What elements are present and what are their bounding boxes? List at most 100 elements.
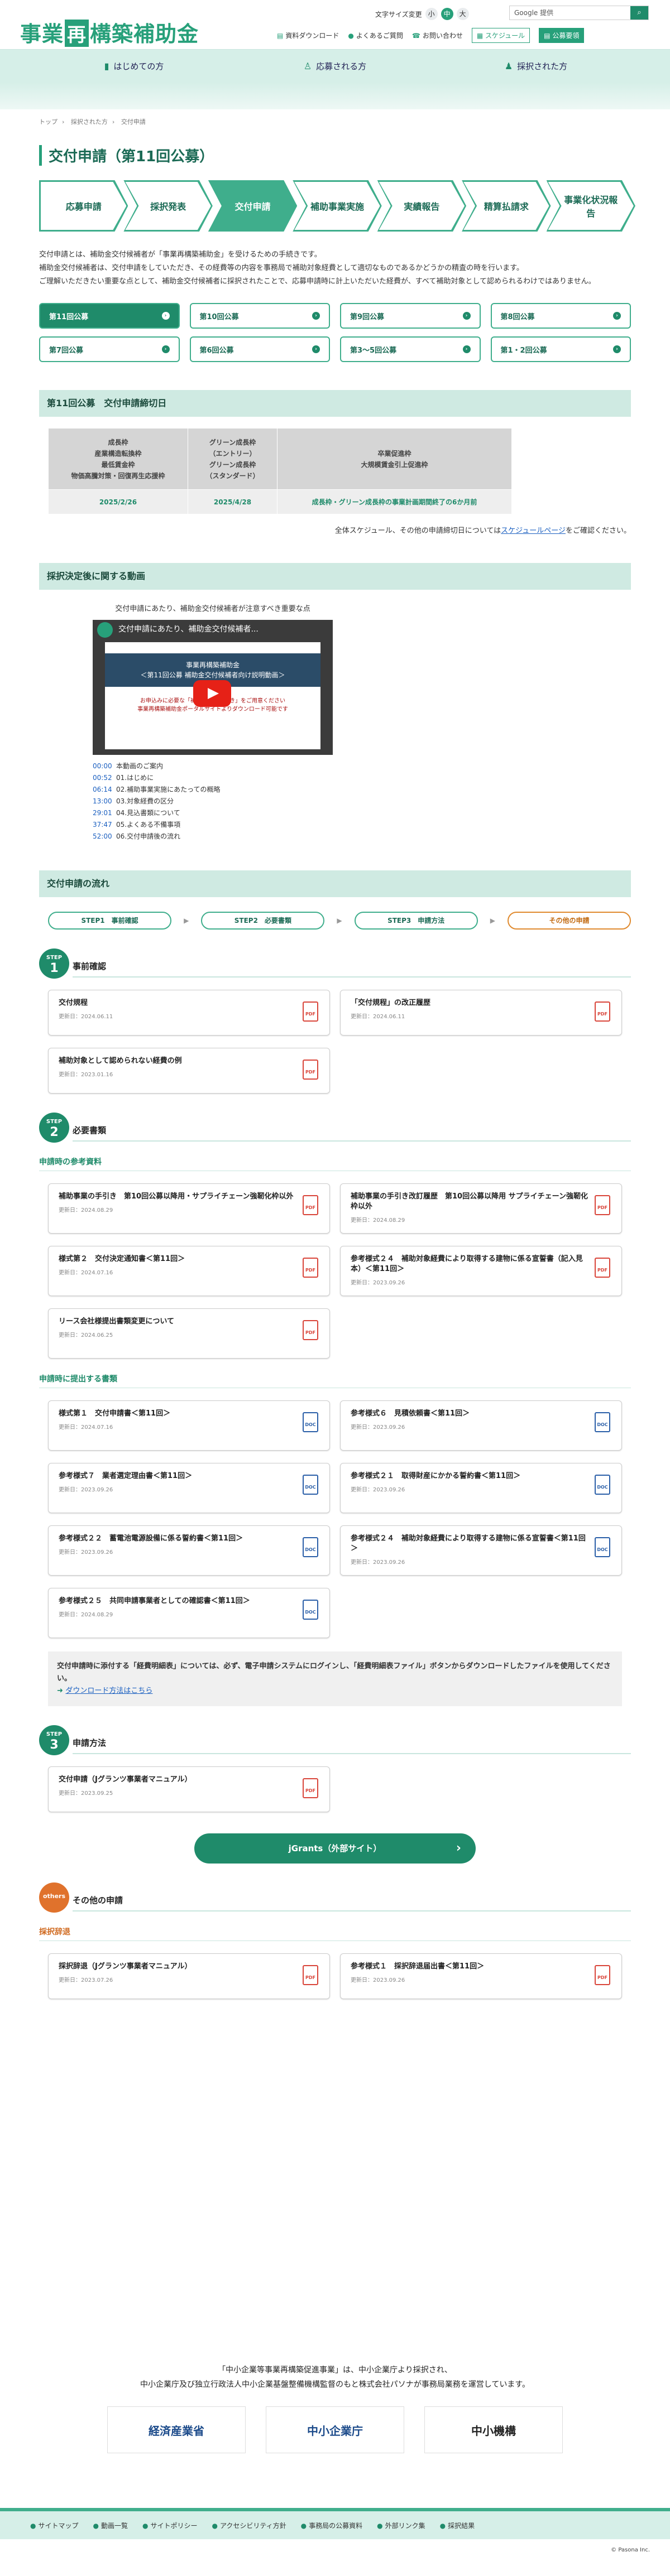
step-payment[interactable]: 精算払請求 [462, 180, 551, 232]
sme-agency-logo[interactable]: 中小企業庁 [266, 2406, 404, 2453]
flow-tab-step2[interactable]: STEP2 必要書類 [201, 912, 325, 930]
nav-item-adopted[interactable]: ♟ 採択された方 [436, 50, 636, 83]
round-tab-1-2[interactable]: 第1・2回公募 › [490, 336, 631, 362]
flow-tab-others[interactable]: その他の申請 [507, 912, 631, 930]
file-card-date: 更新日：2024.07.16 [59, 1424, 113, 1431]
step1-cards: 交付規程 更新日：2024.06.11 PDF 「交付規程」の改正履歴 更新日：202… [39, 990, 631, 1094]
flow-tab-step3[interactable]: STEP3 申請方法 [354, 912, 478, 930]
faq-link[interactable]: ● よくあるご質問 [348, 31, 403, 40]
round-tab-6[interactable]: 第6回公募 › [189, 336, 330, 362]
contact-link[interactable]: ☎ お問い合わせ [412, 31, 463, 40]
step-label: 応募申請 [41, 182, 126, 230]
file-card[interactable]: 参考様式７ 業者選定理由書＜第11回＞ 更新日：2023.09.26 DOC [48, 1463, 330, 1513]
others-badge-label: others [42, 1893, 66, 1900]
round-tab-9[interactable]: 第9回公募 › [340, 303, 481, 329]
file-card[interactable]: 参考様式６ 見積依頼書＜第11回＞ 更新日：2023.09.26 DOC [340, 1400, 622, 1451]
file-card-title: 補助事業の手引き改訂履歴 第10回公募以降用 サプライチェーン強靭化枠以外 [351, 1192, 588, 1211]
step-grant-application[interactable]: 交付申請 [208, 180, 297, 232]
deadline-col-head: グリーン成長枠 （エントリー） グリーン成長枠 （スタンダード） [188, 428, 277, 490]
deadline-value: 2025/2/26 [48, 489, 188, 514]
pdf-icon: PDF [303, 1320, 318, 1340]
file-card[interactable]: 参考様式２２ 蓄電池電源設備に係る誓約書＜第11回＞ 更新日：2023.09.26… [48, 1525, 330, 1576]
guidelines-button[interactable]: ▤ 公募要領 [539, 28, 585, 43]
arrow-right-icon: ▶ [184, 917, 189, 925]
footer-link-accessibility[interactable]: アクセシビリティ方針 [212, 2521, 286, 2530]
footer-link-videos[interactable]: 動画一覧 [93, 2521, 128, 2530]
breadcrumb-item[interactable]: トップ [39, 118, 58, 126]
step-status-report[interactable]: 事業化状況報告 [547, 180, 635, 232]
round-tab-7[interactable]: 第7回公募 › [39, 336, 180, 362]
file-card[interactable]: 参考様式２５ 共同申請事業者としての確認書＜第11回＞ 更新日：2024.08.2… [48, 1588, 330, 1638]
chapter-timestamp[interactable]: 00:00 [93, 760, 116, 772]
file-card[interactable]: 参考様式２４ 補助対象経費により取得する建物に係る宣誓書＜第11回＞ 更新日：20… [340, 1525, 622, 1576]
footer-link-sitemap[interactable]: サイトマップ [30, 2521, 78, 2530]
file-card-date: 更新日：2024.06.11 [351, 1014, 405, 1020]
jgrants-button[interactable]: jGrants（外部サイト） [194, 1833, 476, 1864]
step-project[interactable]: 補助事業実施 [293, 180, 381, 232]
file-card-date: 更新日：2024.07.16 [59, 1270, 113, 1276]
font-size-small-button[interactable]: 小 [425, 8, 438, 20]
round-tab-11[interactable]: 第11回公募 › [39, 303, 180, 329]
step3-badge: STEP 3 [39, 1725, 69, 1755]
file-card[interactable]: 交付規程 更新日：2024.06.11 PDF [48, 990, 330, 1036]
download-link[interactable]: ▤ 資料ダウンロード [277, 31, 339, 40]
footer-link-results[interactable]: 採択結果 [440, 2521, 475, 2530]
chapter-timestamp[interactable]: 13:00 [93, 796, 116, 807]
round-tab-8[interactable]: 第8回公募 › [490, 303, 631, 329]
step-label: 事業化状況報告 [548, 182, 634, 230]
schedule-button[interactable]: ▦ スケジュール [471, 28, 530, 43]
search-button[interactable]: ⌕ [630, 6, 648, 20]
smrj-logo[interactable]: 中小機構 [424, 2406, 563, 2453]
file-card[interactable]: 「交付規程」の改正履歴 更新日：2024.06.11 PDF [340, 990, 622, 1036]
chapter-timestamp[interactable]: 06:14 [93, 784, 116, 796]
file-card[interactable]: 様式第２ 交付決定通知書＜第11回＞ 更新日：2024.07.16 PDF [48, 1246, 330, 1296]
chapter-timestamp[interactable]: 29:01 [93, 807, 116, 819]
page-title: 交付申請（第11回公募） [39, 145, 631, 166]
round-tab-3-5[interactable]: 第3～5回公募 › [340, 336, 481, 362]
download-method-link[interactable]: ダウンロード方法はこちら [65, 1687, 152, 1695]
file-card[interactable]: 補助対象として認められない経費の例 更新日：2023.01.16 PDF [48, 1048, 330, 1094]
chevron-right-icon: › [462, 345, 471, 353]
site-header: 事業再構築補助金 文字サイズ変更 小 中 大 Google 提供 ⌕ ▤ 資料ダウ… [0, 0, 670, 49]
chapter-timestamp[interactable]: 52:00 [93, 831, 116, 842]
footer-link-office-docs[interactable]: 事務局の公募資料 [301, 2521, 362, 2530]
step-apply[interactable]: 応募申請 [39, 180, 128, 232]
file-card[interactable]: 補助事業の手引き改訂履歴 第10回公募以降用 サプライチェーン強靭化枠以外更新日… [340, 1183, 622, 1234]
file-card[interactable]: 様式第１ 交付申請書＜第11回＞ 更新日：2024.07.16 DOC [48, 1400, 330, 1451]
file-card[interactable]: 参考様式２４ 補助対象経費により取得する建物に係る宣誓書（記入見本）＜第11回＞… [340, 1246, 622, 1296]
play-icon[interactable] [193, 680, 231, 707]
font-size-medium-button[interactable]: 中 [441, 8, 453, 20]
footer-link-external[interactable]: 外部リンク集 [377, 2521, 425, 2530]
file-card[interactable]: 補助事業の手引き 第10回公募以降用・サプライチェーン強靭化枠以外 更新日：202… [48, 1183, 330, 1234]
file-card[interactable]: 交付申請（Jグランツ事業者マニュアル） 更新日：2023.09.25 PDF [48, 1766, 330, 1812]
nav-item-applicants[interactable]: ♙ 応募される方 [234, 50, 436, 83]
chapter-timestamp[interactable]: 00:52 [93, 772, 116, 784]
file-card[interactable]: 参考様式１ 採択辞退届出書＜第11回＞ 更新日：2023.09.26 PDF [340, 1953, 622, 1999]
round-tab-10[interactable]: 第10回公募 › [189, 303, 330, 329]
deadline-col-head: 卒業促進枠 大規模賃金引上促進枠 [277, 428, 512, 490]
chapter-timestamp[interactable]: 37:47 [93, 819, 116, 831]
site-logo[interactable]: 事業再構築補助金 [20, 17, 199, 47]
schedule-page-link[interactable]: スケジュールページ [501, 527, 566, 535]
video-caption: 交付申請にあたり、補助金交付候補者が注意すべき重要な点 [115, 605, 310, 613]
flow-tab-step1[interactable]: STEP1 事前確認 [48, 912, 172, 930]
step-report[interactable]: 実績報告 [377, 180, 466, 232]
step-announce[interactable]: 採択発表 [123, 180, 212, 232]
step-badge-label: STEP [46, 1119, 63, 1125]
nav-item-beginners[interactable]: ▮ はじめての方 [34, 50, 234, 83]
chevron-right-icon: › [462, 312, 471, 320]
footer-link-site-policy[interactable]: サイトポリシー [142, 2521, 197, 2530]
breadcrumb-item[interactable]: 採択された方 [71, 118, 108, 126]
video-player[interactable]: 交付申請にあたり、補助金交付候補者... 事業再構築補助金 ＜第11回公募 補助… [93, 620, 333, 755]
file-card-date: 更新日：2024.08.29 [351, 1217, 405, 1224]
search-input[interactable]: Google 提供 [510, 6, 630, 20]
chapter-label: 01.はじめに [116, 774, 154, 782]
file-card[interactable]: リース会社様提出書類変更について 更新日：2024.06.25 PDF [48, 1308, 330, 1359]
faq-link-label: よくあるご質問 [356, 32, 403, 40]
file-card[interactable]: 採択辞退（Jグランツ事業者マニュアル） 更新日：2023.07.26 PDF [48, 1953, 330, 1999]
meti-logo[interactable]: 経済産業省 [107, 2406, 246, 2453]
chapter-label: 03.対象経費の区分 [116, 797, 174, 805]
font-size-large-button[interactable]: 大 [456, 8, 469, 20]
section-heading-flow: 交付申請の流れ [39, 870, 631, 897]
file-card[interactable]: 参考様式２１ 取得財産にかかる誓約書＜第11回＞ 更新日：2023.09.26 DO… [340, 1463, 622, 1513]
